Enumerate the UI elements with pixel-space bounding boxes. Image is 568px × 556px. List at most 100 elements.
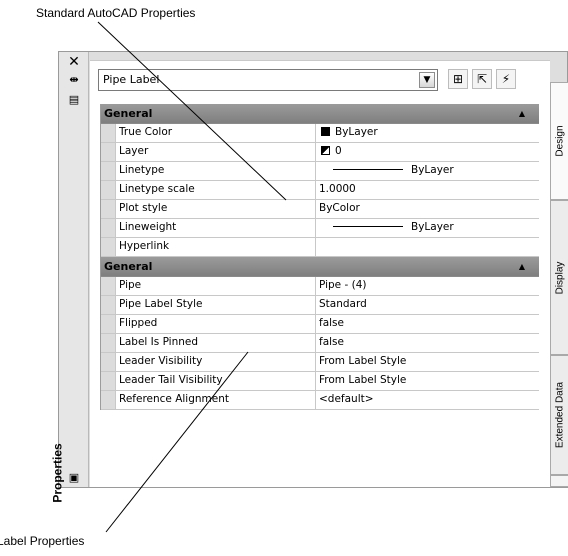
row-indent — [101, 334, 115, 352]
property-name: Linetype — [115, 162, 316, 180]
property-value: 0 — [335, 145, 342, 157]
property-row[interactable]: Leader Visibility From Label Style — [101, 353, 539, 372]
property-value-cell[interactable]: ByLayer — [316, 162, 539, 180]
category-label: General — [104, 107, 153, 120]
property-row[interactable]: Pipe Pipe - (4) — [101, 277, 539, 296]
property-name: Pipe Label Style — [115, 296, 316, 314]
property-value-cell[interactable]: Pipe - (4) — [316, 277, 539, 295]
layer-icon — [321, 146, 330, 155]
property-value-cell[interactable]: From Label Style — [316, 372, 539, 390]
row-indent — [101, 296, 115, 314]
object-type-dropdown[interactable]: Pipe Label ▼ — [98, 69, 438, 91]
property-value: ByColor — [319, 202, 360, 214]
property-name: Leader Tail Visibility — [115, 372, 316, 390]
row-indent — [101, 200, 115, 218]
property-name: True Color — [115, 124, 316, 142]
chevron-down-icon[interactable]: ▼ — [419, 72, 435, 88]
property-value-cell[interactable]: false — [316, 334, 539, 352]
property-row[interactable]: Leader Tail Visibility From Label Style — [101, 372, 539, 391]
row-indent — [101, 277, 115, 295]
tab-display[interactable]: Display — [550, 200, 568, 355]
property-value: Standard — [319, 298, 367, 310]
property-name: Flipped — [115, 315, 316, 333]
property-name: Linetype scale — [115, 181, 316, 199]
properties-menu-icon[interactable]: ▤ — [66, 92, 82, 108]
category-header[interactable]: General ▲ — [101, 257, 539, 277]
property-row[interactable]: Reference Alignment <default> — [101, 391, 539, 410]
property-value: From Label Style — [319, 355, 407, 367]
row-indent — [101, 219, 115, 237]
property-value-cell[interactable]: ByLayer — [316, 219, 539, 237]
properties-palette: ✕ ⇹ ▤ Properties ▣ Pipe Label ▼ ⊞ ⇱ ⚡ Ge… — [51, 51, 568, 503]
selection-bar: Pipe Label ▼ ⊞ ⇱ ⚡ — [98, 69, 548, 93]
row-indent — [101, 162, 115, 180]
property-value-cell[interactable]: false — [316, 315, 539, 333]
row-indent — [101, 143, 115, 161]
category-label: General — [104, 260, 153, 273]
row-indent — [101, 391, 115, 409]
property-value-cell[interactable]: Standard — [316, 296, 539, 314]
row-indent — [101, 372, 115, 390]
palette-bottom-icon[interactable]: ▣ — [66, 470, 82, 486]
property-row[interactable]: Label Is Pinned false — [101, 334, 539, 353]
quick-select-icon[interactable]: ⚡ — [496, 69, 516, 89]
property-name: Leader Visibility — [115, 353, 316, 371]
property-value: ByLayer — [411, 221, 454, 233]
row-indent — [101, 238, 115, 256]
close-icon[interactable]: ✕ — [66, 54, 82, 70]
property-name: Lineweight — [115, 219, 316, 237]
property-value: <default> — [319, 393, 374, 405]
tab-scroll-button[interactable] — [550, 475, 568, 487]
property-row[interactable]: True Color ByLayer — [101, 124, 539, 143]
palette-titlebar[interactable]: ✕ ⇹ ▤ Properties ▣ — [51, 52, 89, 503]
property-value: Pipe - (4) — [319, 279, 367, 291]
property-value: false — [319, 317, 344, 329]
property-value-cell[interactable]: From Label Style — [316, 353, 539, 371]
property-name: Pipe — [115, 277, 316, 295]
collapse-icon[interactable]: ▲ — [519, 104, 525, 123]
row-indent — [101, 124, 115, 142]
row-indent — [101, 181, 115, 199]
property-value: From Label Style — [319, 374, 407, 386]
property-value: ByLayer — [411, 164, 454, 176]
property-name: Hyperlink — [115, 238, 316, 256]
property-value-cell[interactable]: 1.0000 — [316, 181, 539, 199]
category-header[interactable]: General ▲ — [101, 104, 539, 124]
property-row[interactable]: Linetype scale 1.0000 — [101, 181, 539, 200]
autohide-icon[interactable]: ⇹ — [66, 72, 82, 88]
property-row[interactable]: Lineweight ByLayer — [101, 219, 539, 238]
property-name: Layer — [115, 143, 316, 161]
property-value-cell[interactable]: ByLayer — [316, 124, 539, 142]
palette-content: Pipe Label ▼ ⊞ ⇱ ⚡ General ▲ True Color ByL… — [90, 60, 550, 487]
color-swatch-icon — [321, 127, 330, 136]
object-type-value: Pipe Label — [103, 73, 160, 86]
property-row[interactable]: Plot style ByColor — [101, 200, 539, 219]
property-value: ByLayer — [335, 126, 378, 138]
property-row[interactable]: Hyperlink — [101, 238, 539, 257]
property-row[interactable]: Layer 0 — [101, 143, 539, 162]
property-value-cell[interactable]: ByColor — [316, 200, 539, 218]
property-value-cell[interactable]: 0 — [316, 143, 539, 161]
collapse-icon[interactable]: ▲ — [519, 257, 525, 276]
row-indent — [101, 353, 115, 371]
property-value: false — [319, 336, 344, 348]
select-objects-icon[interactable]: ⇱ — [472, 69, 492, 89]
property-name: Reference Alignment — [115, 391, 316, 409]
property-name: Label Is Pinned — [115, 334, 316, 352]
tab-extended-data[interactable]: Extended Data — [550, 355, 568, 475]
property-grid: General ▲ True Color ByLayer Layer 0 Linetype B… — [100, 104, 539, 410]
property-value: 1.0000 — [319, 183, 356, 195]
palette-tabs: Design Display Extended Data — [550, 82, 568, 487]
callout-standard-properties: Standard AutoCAD Properties — [36, 6, 196, 20]
property-row[interactable]: Flipped false — [101, 315, 539, 334]
pickadd-toggle-icon[interactable]: ⊞ — [448, 69, 468, 89]
callout-label-properties: Label Properties — [0, 534, 85, 548]
property-row[interactable]: Pipe Label Style Standard — [101, 296, 539, 315]
property-name: Plot style — [115, 200, 316, 218]
property-row[interactable]: Linetype ByLayer — [101, 162, 539, 181]
line-sample-icon — [333, 226, 403, 227]
line-sample-icon — [333, 169, 403, 170]
property-value-cell[interactable] — [316, 238, 539, 256]
tab-design[interactable]: Design — [550, 82, 568, 200]
property-value-cell[interactable]: <default> — [316, 391, 539, 409]
